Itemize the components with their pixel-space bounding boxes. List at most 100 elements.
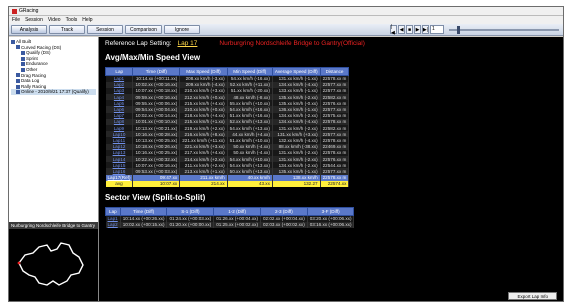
playback-speed-input[interactable]: 1	[430, 25, 444, 34]
table-cell: 22576.xx m	[320, 100, 350, 107]
table-cell: 10:07.xx (+00:16.xx)	[132, 162, 181, 169]
speed-table: Lap Time (Diff) Max Speed (Diff) Min Speed …	[104, 67, 350, 187]
column-header[interactable]: 3-F (Diff)	[306, 206, 355, 216]
folder-icon	[16, 90, 20, 95]
menu-tools[interactable]: Tools	[66, 17, 78, 23]
stop-button[interactable]: ■	[406, 25, 413, 34]
toolbar: Analysis Track Session Comparison Ignore…	[9, 24, 563, 36]
lap-link[interactable]: Lap2	[105, 221, 121, 228]
column-header[interactable]: Max Speed (Diff)	[179, 67, 228, 76]
track-name-bar: Nurburgring Nordschleife Bridge to Gantr…	[9, 222, 98, 229]
menu-file[interactable]: File	[12, 17, 20, 23]
column-header[interactable]: 1-2 (Diff)	[213, 206, 261, 216]
tab-comparison[interactable]: Comparison	[125, 25, 162, 34]
table-cell: 51.xx km/h (-20.xx)	[227, 87, 273, 95]
table-cell: 215.xx km/h (+1.xx)	[179, 118, 228, 125]
app-window: GRacing File Session Video Tools Help An…	[8, 6, 564, 302]
table-cell: 03:16.xx (+00:06.xx)	[307, 221, 355, 228]
table-cell: 88.xx km/h (-38.xx)	[272, 143, 321, 150]
tab-session[interactable]: Session	[87, 25, 123, 34]
table-cell: 210.xx km/h (+3.xx)	[179, 87, 228, 95]
table-cell: 219.xx km/h (+2.xx)	[179, 125, 228, 132]
table-row[interactable]: Lap2 10:02.xx (+00:15.xx) 01:20.xx (+00:00…	[105, 221, 355, 228]
table-cell: 22576.xx m	[320, 155, 350, 163]
column-header[interactable]: S-1 (Diff)	[166, 206, 215, 216]
table-cell: 10:16.xx (+00:25.xx)	[132, 149, 181, 156]
tree-item[interactable]: Online - 2010/9/21 17:37 (Qualify)	[11, 89, 96, 95]
play-button[interactable]: ▶	[414, 25, 421, 34]
table-cell: 22577.xx m	[320, 131, 350, 138]
table-cell: 52.xx km/h (+13.xx)	[227, 118, 273, 125]
table-cell: 22577.xx m	[320, 168, 350, 175]
table-cell: 136.xx km/h (-1.xx)	[272, 106, 321, 113]
folder-icon	[16, 73, 20, 78]
column-header[interactable]: Time (Diff)	[132, 67, 181, 76]
folder-icon	[11, 39, 15, 44]
table-cell: 03:20.xx (+00:06.xx)	[307, 215, 355, 222]
table-cell: 10:01.xx (+00:10.xx)	[132, 118, 181, 125]
skip-end-button[interactable]: ▶|	[422, 25, 429, 34]
playback-slider[interactable]	[449, 25, 559, 34]
menu-session[interactable]: Session	[25, 17, 43, 23]
table-cell: 50.xx km/h (-4.xx)	[227, 143, 273, 150]
tab-track[interactable]: Track	[49, 25, 85, 34]
column-header[interactable]: Time (Diff)	[119, 206, 168, 216]
column-header[interactable]: Average Speed (Diff)	[271, 67, 321, 76]
table-cell: 52.xx km/h (+11.xx)	[227, 81, 273, 88]
table-cell: 10:14.xx (+00:11.xx)	[132, 75, 181, 82]
tree-item-label: Online - 2010/9/21 17:37 (Qualify)	[21, 89, 89, 95]
column-header[interactable]: Lap	[104, 67, 134, 76]
slider-thumb[interactable]	[457, 25, 460, 34]
table-cell: 211.xx km/h (+2.xx)	[179, 162, 228, 169]
left-panel: All Built Curved Racing (DS) Qualify (DS) S…	[9, 37, 99, 301]
reference-lap-link[interactable]: Lap 17	[178, 40, 198, 47]
table-cell: 22578.xx m	[320, 149, 350, 156]
folder-icon	[16, 78, 20, 83]
table-cell: 22582.xx m	[320, 94, 350, 101]
skip-start-button[interactable]: |◀	[390, 24, 397, 36]
table-cell: 22575.xx m	[320, 112, 350, 119]
table-cell: 02:03.xx (+00:02.xx)	[260, 221, 308, 228]
table-cell: 10:13.xx (+00:25.xx)	[132, 137, 181, 144]
table-cell: 22578.xx m	[320, 75, 350, 82]
speed-table-header: Lap Time (Diff) Max Speed (Diff) Min Speed …	[104, 67, 350, 76]
table-cell: 134.xx km/h (-2.xx)	[272, 162, 321, 169]
tab-ignore[interactable]: Ignore	[163, 25, 200, 34]
table-cell: 44.xx km/h (+4.xx)	[227, 131, 273, 138]
table-cell: 10:16.xx (+00:28.xx)	[132, 131, 181, 138]
column-header[interactable]: Min Speed (Diff)	[226, 67, 273, 76]
table-cell: 216.xx km/h (+8.xx)	[179, 131, 228, 138]
reference-label: Reference Lap Setting:	[105, 40, 172, 47]
table-cell: 48.xx km/h (-8.xx)	[227, 94, 273, 101]
column-header[interactable]: Lap	[105, 206, 121, 216]
table-cell: 09:54.xx (+00:04.xx)	[132, 106, 181, 113]
lap-link[interactable]: Lap17(Ref)	[105, 174, 134, 181]
table-row[interactable]: Lap1 10:14.xx (+00:26.xx) 01:24.xx (+00:03…	[105, 215, 355, 222]
table-cell: 131.xx km/h (-1.xx)	[272, 75, 321, 82]
tab-analysis[interactable]: Analysis	[11, 25, 47, 34]
table-cell: 51.xx km/h (+16.xx)	[227, 112, 273, 119]
table-cell: 54.xx km/h (-16.xx)	[227, 75, 273, 82]
playback-controls: |◀ ◀ ■ ▶ ▶| 1	[390, 24, 559, 36]
rewind-button[interactable]: ◀	[398, 25, 405, 34]
menu-video[interactable]: Video	[48, 17, 61, 23]
table-cell: 22469.xx m	[320, 143, 350, 150]
table-cell: 01:20.xx (+00:00.xx)	[166, 221, 215, 228]
table-cell: 01:25.xx (+00:02.xx)	[213, 221, 261, 228]
table-cell: 22544.xx m	[320, 162, 350, 169]
export-lap-info-button[interactable]: Export Lap Info	[508, 292, 557, 300]
table-cell: 131.xx km/h (-2.xx)	[272, 149, 321, 156]
column-header[interactable]: 2-3 (Diff)	[259, 206, 308, 216]
table-cell: 55.xx km/h (+10.xx)	[227, 100, 273, 107]
table-cell: 209.xx km/h (-4.xx)	[179, 81, 228, 88]
table-cell: 135.xx km/h (-1.xx)	[272, 168, 321, 175]
table-cell: 133.xx km/h (-1.xx)	[272, 87, 321, 95]
table-cell: 221.xx km/h (+3.xx)	[179, 143, 228, 150]
table-cell: 217.xx km/h (+4.xx)	[179, 149, 228, 156]
column-header[interactable]: Distance	[319, 67, 350, 76]
menu-help[interactable]: Help	[82, 17, 92, 23]
speed-view-title: Avg/Max/Min Speed View	[105, 53, 201, 62]
table-cell: 131.xx km/h (-2.xx)	[272, 125, 321, 132]
analysis-panel: Reference Lap Setting: Lap 17 Nurburgrin…	[99, 37, 563, 301]
title-bar: GRacing	[9, 7, 563, 16]
